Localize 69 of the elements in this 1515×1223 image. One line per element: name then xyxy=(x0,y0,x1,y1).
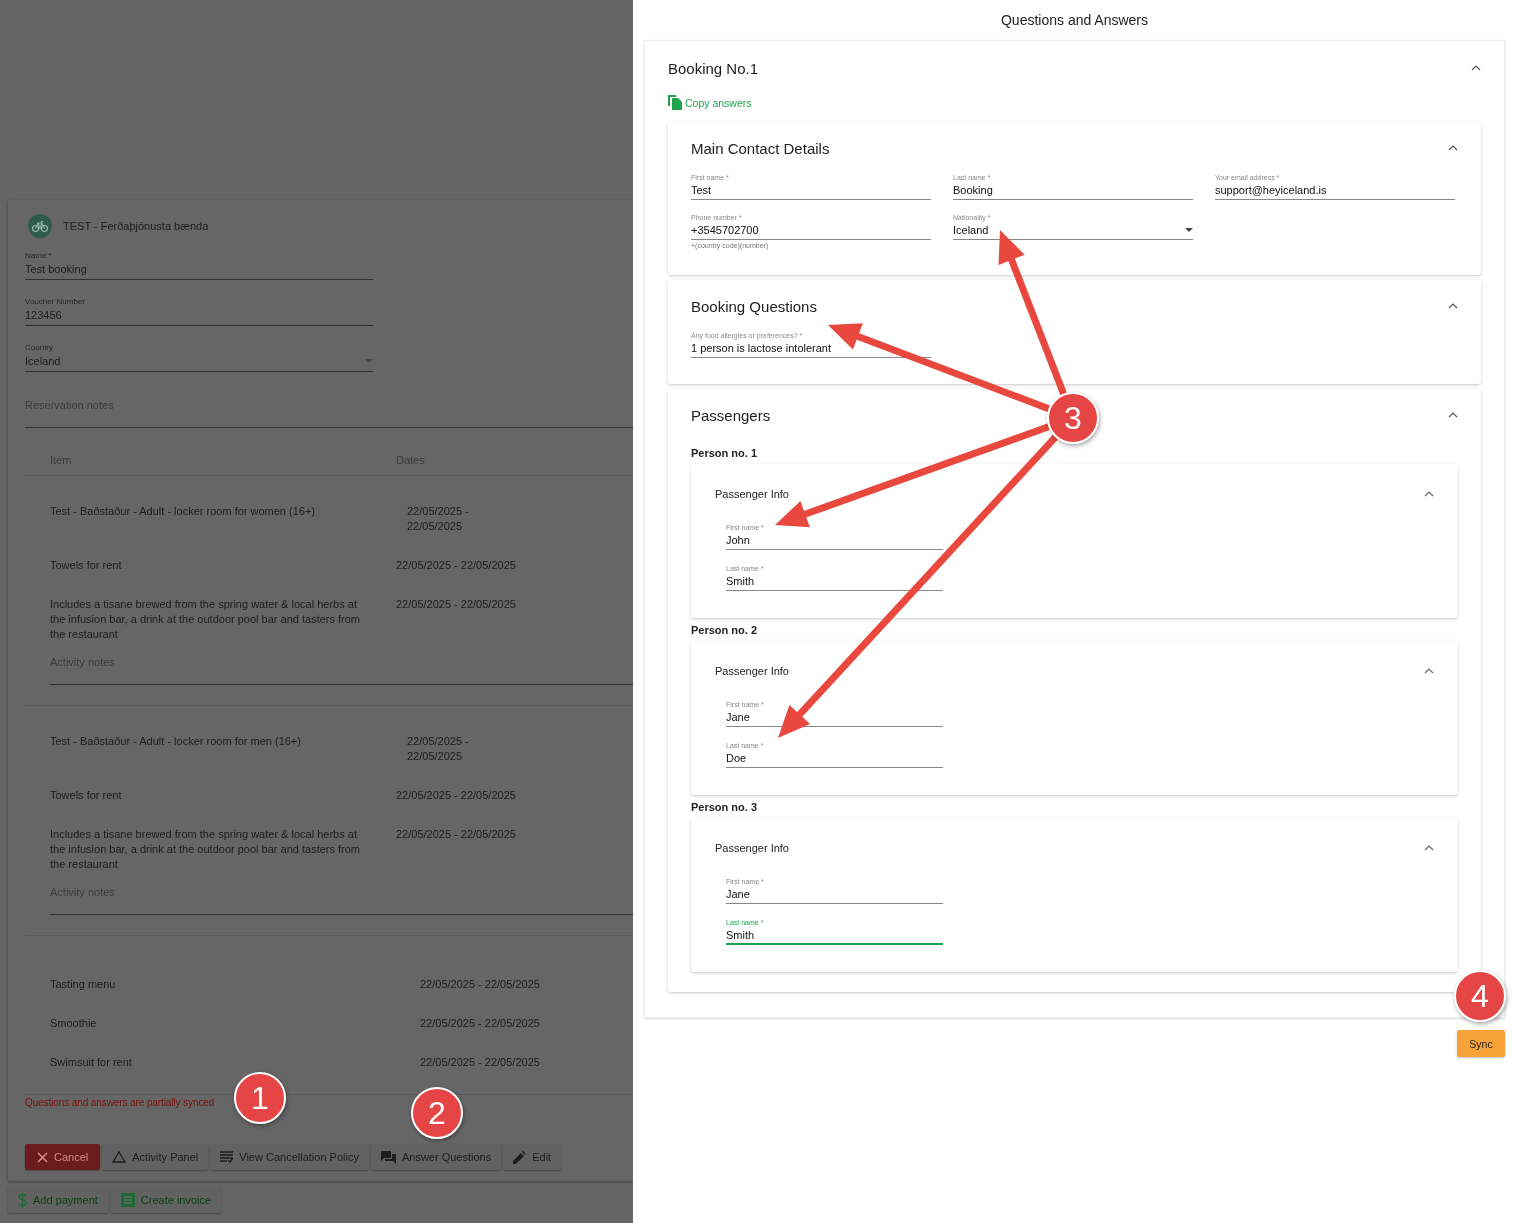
cancel-button[interactable]: Cancel xyxy=(25,1144,101,1170)
input-field[interactable]: Booking xyxy=(953,181,1193,200)
card-title: Passenger Info xyxy=(715,842,789,854)
card-title: Booking No.1 xyxy=(668,59,759,77)
card-title: Passenger Info xyxy=(715,665,789,677)
close-icon xyxy=(37,1151,48,1163)
input-field[interactable]: Smith xyxy=(726,572,943,591)
copy-icon xyxy=(668,95,683,110)
drawer-title: Questions and Answers xyxy=(1000,12,1149,28)
person-label: Person no. 2 xyxy=(691,624,758,636)
item-name: Tasting menu xyxy=(50,977,117,992)
item-dates: 22/05/2025 - 22/05/2025 xyxy=(419,1016,541,1031)
field-label: Name * xyxy=(25,251,53,260)
chevron-up-icon[interactable] xyxy=(1448,303,1458,309)
item-dates: 22/05/2025 - 22/05/2025 xyxy=(406,734,470,764)
sync-warning: Questions and answers are partially synced xyxy=(25,1097,215,1108)
chevron-up-icon[interactable] xyxy=(1424,668,1434,674)
input-field[interactable]: John xyxy=(726,531,943,550)
dropdown-icon xyxy=(1185,228,1193,232)
input-field[interactable]: support@heyiceland.is xyxy=(1215,181,1455,200)
person-label: Person no. 1 xyxy=(691,447,758,459)
input-field[interactable]: Test xyxy=(691,181,931,200)
item-dates: 22/05/2025 - 22/05/2025 xyxy=(396,827,517,842)
section-title: Passengers xyxy=(691,406,771,424)
item-name: Smoothie xyxy=(50,1016,98,1031)
item-name: Includes a tisane brewed from the spring water & local herbs at the infusion bar, a drink at the outdoor pool bar and tasters from the restaurant xyxy=(50,827,362,872)
item-name: Includes a tisane brewed from the spring water & local herbs at the infusion bar, a drink at the outdoor pool bar and tasters from the restaurant xyxy=(50,597,362,642)
item-dates: 22/05/2025 - 22/05/2025 xyxy=(396,558,517,573)
action-button[interactable]: View Cancellation Policy xyxy=(210,1144,369,1170)
triangle-icon xyxy=(112,1151,127,1163)
select-field[interactable]: Iceland xyxy=(25,352,373,372)
input-field[interactable]: Smith xyxy=(726,926,943,945)
input-field[interactable]: Doe xyxy=(726,749,943,768)
action-button[interactable]: Edit xyxy=(503,1144,562,1170)
list-icon xyxy=(220,1151,234,1163)
item-dates: 22/05/2025 - 22/05/2025 xyxy=(419,977,541,992)
action-button[interactable]: Activity Panel xyxy=(102,1144,209,1170)
supplier-name: TEST - Ferðaþjónusta bænda xyxy=(63,220,209,232)
input-field[interactable]: +3545702700 xyxy=(691,221,931,240)
pencil-icon xyxy=(513,1150,527,1164)
input-field[interactable]: Jane xyxy=(726,885,943,904)
copy-link[interactable]: Copy answers xyxy=(668,95,752,110)
item-dates: 22/05/2025 - 22/05/2025 xyxy=(396,788,517,803)
item-dates: 22/05/2025 - 22/05/2025 xyxy=(396,597,517,612)
item-name: Test - Baðstaður - Adult - locker room for women (16+) xyxy=(50,504,317,519)
section-title: Main Contact Details xyxy=(691,139,830,157)
item-name: Test - Baðstaður - Adult - locker room for men (16+) xyxy=(50,734,302,749)
item-dates: 22/05/2025 - 22/05/2025 xyxy=(419,1055,541,1070)
item-name: Towels for rent xyxy=(50,558,123,573)
chat-icon xyxy=(380,1150,396,1164)
dollar-icon xyxy=(18,1192,27,1208)
item-name: Towels for rent xyxy=(50,788,123,803)
section-title: Booking Questions xyxy=(691,297,817,315)
bicycle-icon xyxy=(28,214,52,238)
chevron-up-icon[interactable] xyxy=(1448,145,1458,151)
action-button[interactable]: Answer Questions xyxy=(370,1144,502,1170)
chevron-up-icon[interactable] xyxy=(1471,65,1481,71)
input-field[interactable]: 123456 xyxy=(25,306,373,326)
sync-button[interactable]: Sync xyxy=(1457,1030,1505,1057)
dropdown-icon xyxy=(365,359,373,363)
person-label: Person no. 3 xyxy=(691,801,758,813)
card-title: Passenger Info xyxy=(715,488,789,500)
item-name: Swimsuit for rent xyxy=(50,1055,133,1070)
chevron-up-icon[interactable] xyxy=(1424,845,1434,851)
input-field[interactable]: Test booking xyxy=(25,260,373,280)
document-icon xyxy=(120,1193,135,1207)
item-dates: 22/05/2025 - 22/05/2025 xyxy=(406,504,470,534)
chevron-up-icon[interactable] xyxy=(1424,491,1434,497)
chevron-up-icon[interactable] xyxy=(1448,412,1458,418)
